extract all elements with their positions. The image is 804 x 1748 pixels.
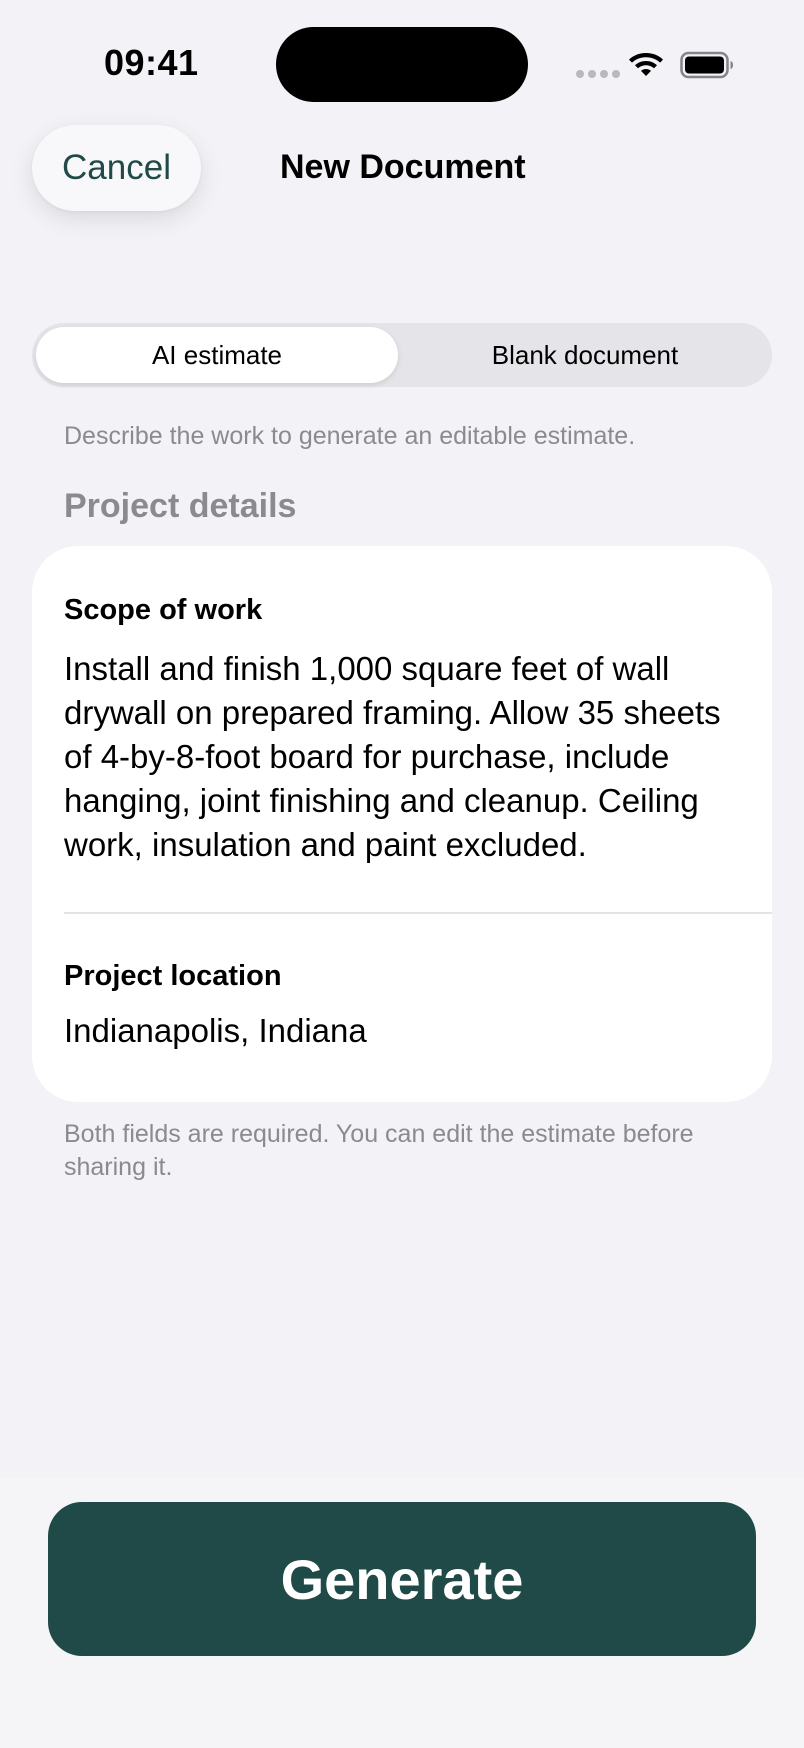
scope-of-work-field[interactable]: Install and finish 1,000 square feet of … bbox=[64, 647, 754, 867]
document-type-segmented-control: AI estimate Blank document bbox=[32, 323, 772, 387]
battery-icon bbox=[680, 51, 733, 79]
helper-text: Describe the work to generate an editabl… bbox=[64, 422, 636, 450]
project-details-card: Scope of work Install and finish 1,000 s… bbox=[32, 546, 772, 1102]
section-title: Project details bbox=[64, 487, 297, 525]
project-location-field[interactable]: Indianapolis, Indiana bbox=[64, 1012, 367, 1050]
footer-note: Both fields are required. You can edit t… bbox=[64, 1120, 694, 1181]
scope-label: Scope of work bbox=[64, 594, 263, 626]
segment-blank-document[interactable]: Blank document bbox=[402, 327, 768, 383]
status-bar: 09:41 bbox=[0, 0, 804, 120]
generate-button[interactable]: Generate bbox=[48, 1502, 756, 1656]
divider bbox=[64, 912, 772, 914]
status-time: 09:41 bbox=[104, 42, 199, 83]
page-title: New Document bbox=[280, 148, 526, 186]
cellular-dots-icon bbox=[576, 70, 620, 78]
cancel-button[interactable]: Cancel bbox=[32, 125, 201, 211]
location-label: Project location bbox=[64, 960, 282, 992]
dynamic-island bbox=[276, 27, 528, 102]
wifi-icon bbox=[629, 53, 663, 76]
segment-ai-estimate[interactable]: AI estimate bbox=[36, 327, 398, 383]
